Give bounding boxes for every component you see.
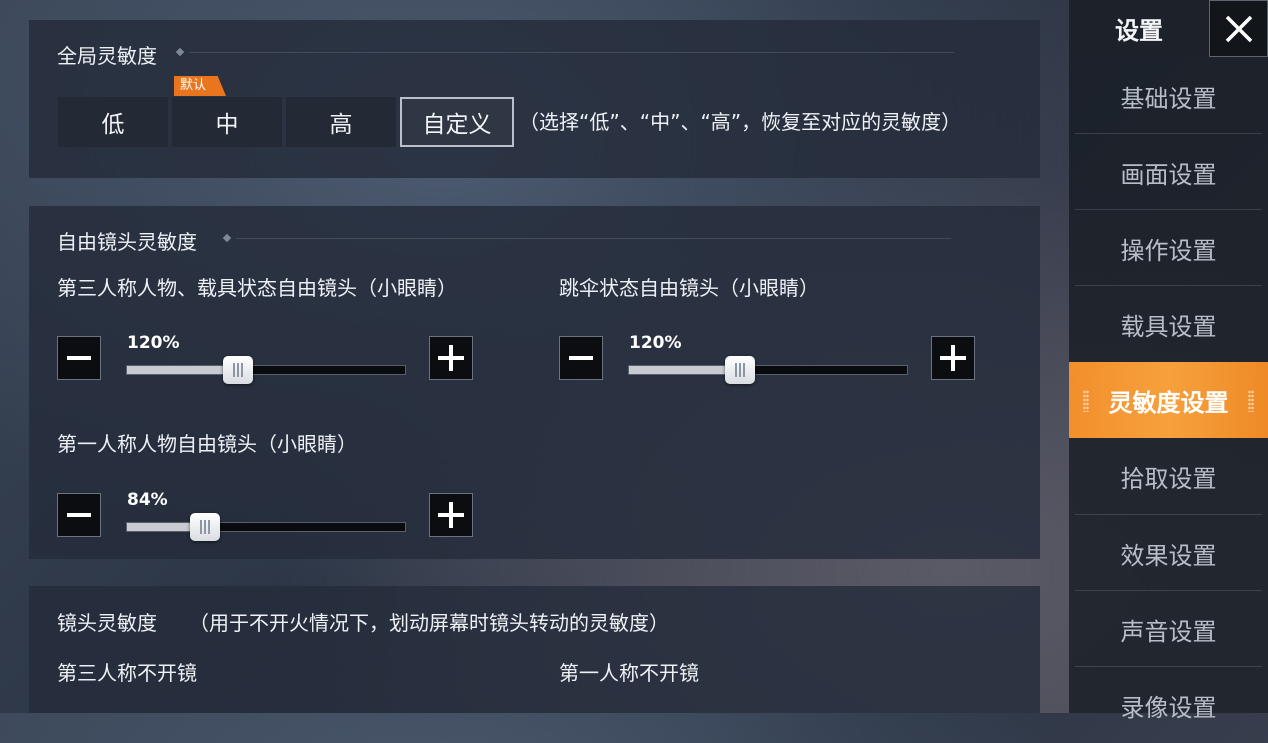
sidebar-item-controls[interactable]: 操作设置 bbox=[1069, 210, 1268, 286]
divider bbox=[189, 52, 954, 53]
tpp-slider-value: 120% bbox=[127, 333, 180, 353]
grip-right-icon bbox=[1248, 390, 1254, 412]
camera-sensitivity-hint: （用于不开火情况下，划动屏幕时镜头转动的灵敏度） bbox=[189, 611, 669, 635]
title-diamond-icon bbox=[175, 47, 185, 57]
tpp-increase-button[interactable] bbox=[429, 336, 473, 380]
preset-hint: （选择“低”、“中”、“高”，恢复至对应的灵敏度） bbox=[519, 110, 962, 134]
parachute-slider-value: 120% bbox=[629, 333, 682, 353]
slider-fill bbox=[127, 366, 239, 374]
global-sensitivity-title: 全局灵敏度 bbox=[57, 44, 157, 68]
camera-sensitivity-panel: 镜头灵敏度 （用于不开火情况下，划动屏幕时镜头转动的灵敏度） 第三人称不开镜 第… bbox=[29, 586, 1040, 713]
sidebar-item-sensitivity[interactable]: 灵敏度设置 bbox=[1069, 362, 1268, 438]
fpp-free-camera-label: 第一人称人物自由镜头（小眼睛） bbox=[57, 432, 357, 456]
sidebar-item-audio[interactable]: 声音设置 bbox=[1069, 591, 1268, 667]
close-button[interactable] bbox=[1209, 0, 1268, 57]
free-camera-title: 自由镜头灵敏度 bbox=[57, 230, 197, 254]
tpp-decrease-button[interactable] bbox=[57, 336, 101, 380]
sidebar-item-graphics[interactable]: 画面设置 bbox=[1069, 134, 1268, 210]
sidebar-item-basic[interactable]: 基础设置 bbox=[1069, 58, 1268, 134]
parachute-slider-track[interactable] bbox=[628, 356, 908, 384]
parachute-free-camera-label: 跳伞状态自由镜头（小眼睛） bbox=[559, 276, 819, 300]
minus-icon bbox=[569, 356, 593, 360]
sidebar-item-label: 灵敏度设置 bbox=[1108, 388, 1229, 417]
preset-high-button[interactable]: 高 bbox=[286, 97, 396, 147]
tpp-vehicle-free-camera-label: 第三人称人物、载具状态自由镜头（小眼睛） bbox=[57, 276, 457, 300]
minus-icon bbox=[67, 513, 91, 517]
parachute-increase-button[interactable] bbox=[931, 336, 975, 380]
plus-icon bbox=[940, 345, 966, 371]
sidebar-item-effects[interactable]: 效果设置 bbox=[1069, 515, 1268, 591]
fpp-slider-track[interactable] bbox=[126, 513, 406, 541]
settings-sidebar: 设置 基础设置 画面设置 操作设置 载具设置 灵敏度设置 拾取设置 效果设置 声… bbox=[1069, 0, 1268, 722]
sidebar-item-vehicle[interactable]: 载具设置 bbox=[1069, 286, 1268, 362]
sidebar-item-recording[interactable]: 录像设置 bbox=[1069, 667, 1268, 743]
fpp-slider-thumb[interactable] bbox=[189, 513, 220, 541]
grip-left-icon bbox=[1083, 390, 1089, 412]
parachute-slider-thumb[interactable] bbox=[725, 356, 756, 384]
fpp-no-scope-label: 第一人称不开镜 bbox=[559, 661, 699, 685]
default-badge: 默认 bbox=[174, 76, 226, 96]
fpp-decrease-button[interactable] bbox=[57, 493, 101, 537]
title-diamond-icon bbox=[222, 233, 232, 243]
settings-title: 设置 bbox=[1069, 0, 1209, 57]
plus-icon bbox=[438, 502, 464, 528]
plus-icon bbox=[438, 345, 464, 371]
sidebar-item-pickup[interactable]: 拾取设置 bbox=[1069, 438, 1268, 514]
preset-low-button[interactable]: 低 bbox=[58, 97, 168, 147]
camera-sensitivity-title: 镜头灵敏度 bbox=[57, 611, 157, 635]
parachute-decrease-button[interactable] bbox=[559, 336, 603, 380]
preset-medium-button[interactable]: 中 bbox=[172, 97, 282, 147]
global-sensitivity-panel: 全局灵敏度 默认 低 中 高 自定义 （选择“低”、“中”、“高”，恢复至对应的… bbox=[29, 20, 1040, 178]
tpp-no-scope-label: 第三人称不开镜 bbox=[57, 661, 197, 685]
tpp-slider-thumb[interactable] bbox=[223, 356, 254, 384]
divider bbox=[236, 238, 951, 239]
fpp-slider-value: 84% bbox=[127, 490, 168, 510]
close-icon bbox=[1225, 15, 1252, 42]
minus-icon bbox=[67, 356, 91, 360]
fpp-increase-button[interactable] bbox=[429, 493, 473, 537]
tpp-slider-track[interactable] bbox=[126, 356, 406, 384]
free-camera-panel: 自由镜头灵敏度 第三人称人物、载具状态自由镜头（小眼睛） 120% 跳伞状态自由… bbox=[29, 206, 1040, 559]
preset-custom-button[interactable]: 自定义 bbox=[400, 97, 514, 147]
slider-fill bbox=[629, 366, 741, 374]
